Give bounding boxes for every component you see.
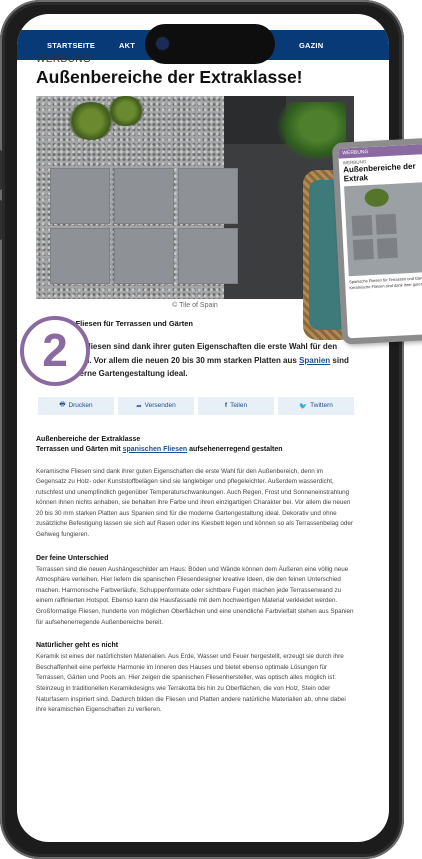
body-title: Außenbereiche der Extraklasse Terrassen … — [36, 435, 354, 455]
subheading-feine-unterschied: Der feine Unterschied — [36, 554, 109, 562]
article: WERBUNG Außenbereiche der Extraklasse! ©… — [36, 54, 354, 716]
twitter-label: Twittern — [310, 402, 333, 409]
body-paragraph-3: Keramik ist eines der natürlichsten Mate… — [36, 653, 346, 714]
nav-item-magazin[interactable]: GAZIN — [299, 41, 323, 50]
spanish-tiles-link[interactable]: spanischen Fliesen — [123, 446, 188, 453]
body-paragraph-1: Keramische Fliesen sind dank ihrer guten… — [36, 467, 354, 539]
plant-image — [106, 96, 146, 126]
volume-down-button — [0, 200, 2, 240]
camera-notch — [145, 24, 275, 64]
phone-frame: STARTSEITE AKT GAZIN WERBUNG Außenbereic… — [0, 0, 404, 859]
print-label: Drucken — [68, 402, 93, 409]
subheading-natuerlicher: Natürlicher geht es nicht — [36, 642, 119, 650]
camera-lens-icon — [156, 37, 169, 50]
facebook-icon: f — [224, 402, 228, 409]
body-title-line2: Terrassen und Gärten mit spanischen Flie… — [36, 445, 354, 455]
paving-tile — [376, 237, 398, 259]
body-title-suffix: aufsehenerregend gestalten — [187, 445, 283, 453]
body-paragraph-2: Terrassen sind die neuen Aushängeschilde… — [36, 565, 354, 626]
paving-tile — [50, 168, 110, 224]
twitter-share-button[interactable]: 🐦 Twittern — [278, 396, 354, 415]
forward-arrow-icon: ➦ — [136, 402, 142, 410]
printer-icon: 🖶 — [59, 401, 66, 408]
paving-tile — [351, 214, 373, 236]
paving-tile — [114, 228, 174, 284]
nav-item-aktuell[interactable]: AKT — [119, 41, 135, 50]
send-button[interactable]: ➦ Versenden — [118, 396, 194, 415]
article-title: Außenbereiche der Extraklasse! — [36, 67, 303, 87]
plant-image — [364, 188, 390, 208]
paving-tile — [352, 238, 374, 260]
paving-tile — [375, 213, 397, 235]
send-label: Versenden — [144, 402, 176, 409]
spanien-link[interactable]: Spanien — [299, 356, 330, 365]
twitter-icon: 🐦 — [299, 402, 308, 410]
magazine-caption: Spanische Fliesen für Terrassen und Gärt… — [348, 275, 422, 291]
share-label: Teilen — [230, 402, 248, 409]
print-button[interactable]: 🖶 Drucken — [38, 396, 114, 415]
nav-item-startseite[interactable]: STARTSEITE — [47, 41, 95, 50]
paving-tile — [178, 168, 238, 224]
paving-tile — [114, 168, 174, 224]
facebook-share-button[interactable]: f Teilen — [198, 396, 274, 415]
body-title-prefix: Terrassen und Gärten mit — [36, 445, 123, 453]
body-title-line1: Außenbereiche der Extraklasse — [36, 435, 141, 443]
magazine-image — [344, 181, 422, 277]
volume-up-button — [0, 150, 2, 190]
magazine-preview-card: WERBUNG WERBUNG Außenbereiche der Extrak… — [331, 137, 422, 345]
step-number-badge: 2 — [20, 316, 90, 386]
paving-tile — [50, 228, 110, 284]
share-bar: 🖶 Drucken ➦ Versenden f Teilen 🐦 Twitter… — [38, 396, 354, 415]
paving-tile — [178, 228, 238, 284]
magazine-title: Außenbereiche der Extrak — [342, 161, 416, 184]
